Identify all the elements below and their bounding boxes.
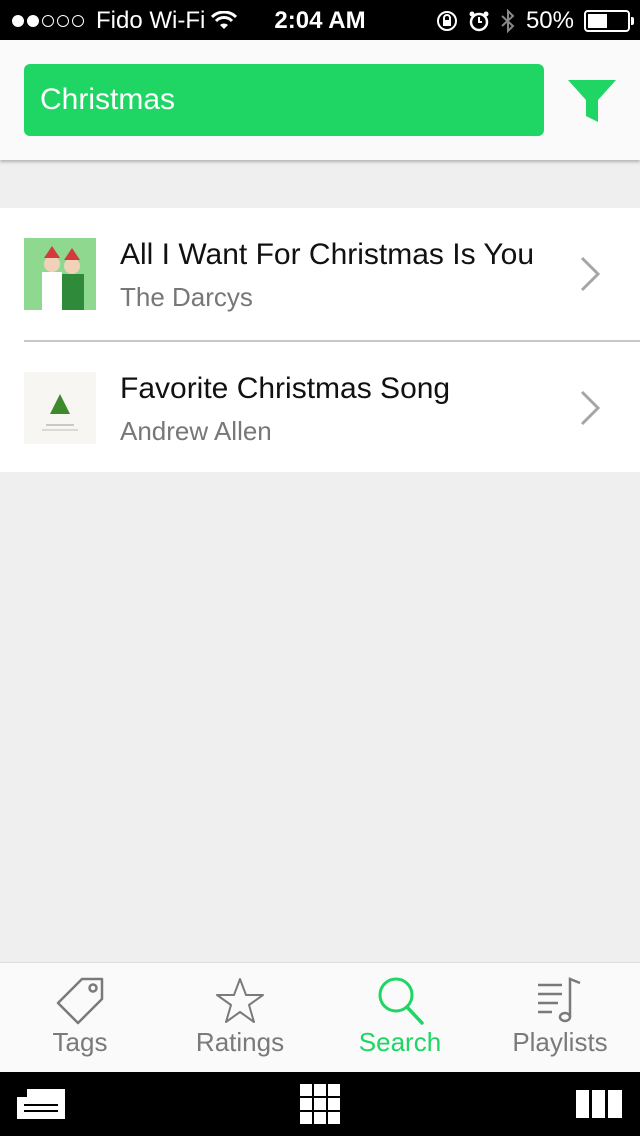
alarm-icon <box>469 11 489 32</box>
tab-label: Playlists <box>512 1027 608 1057</box>
result-title: Favorite Christmas Song <box>120 372 451 405</box>
keyboard-icon[interactable] <box>16 1088 66 1120</box>
search-input[interactable]: Christmas <box>24 64 544 136</box>
battery-percent: 50% <box>525 7 574 34</box>
search-query: Christmas <box>40 83 176 116</box>
results-list: All I Want For Christmas Is You The Darc… <box>0 208 640 472</box>
chevron-right-icon <box>580 390 601 426</box>
list-item[interactable]: Favorite Christmas Song Andrew Allen <box>24 340 640 472</box>
playlist-icon <box>538 977 581 1023</box>
result-title: All I Want For Christmas Is You <box>120 238 535 271</box>
battery-icon <box>584 10 634 32</box>
bottom-control-bar <box>0 1072 640 1136</box>
tab-label: Search <box>358 1027 442 1057</box>
tab-playlists[interactable]: Playlists <box>480 963 640 1072</box>
tag-icon <box>56 977 104 1025</box>
bluetooth-icon <box>501 9 515 33</box>
album-art <box>24 372 96 444</box>
star-icon <box>216 978 264 1023</box>
tab-label: Tags <box>52 1027 108 1057</box>
result-artist: The Darcys <box>120 282 253 312</box>
search-header: Christmas <box>0 40 640 160</box>
tab-tags[interactable]: Tags <box>0 963 160 1072</box>
search-icon <box>378 977 424 1025</box>
status-right: 50% <box>436 7 634 35</box>
grid-icon[interactable] <box>300 1084 340 1124</box>
tab-ratings[interactable]: Ratings <box>160 963 320 1072</box>
status-bar: Fido Wi-Fi 2:04 AM 50% <box>0 0 640 40</box>
result-artist: Andrew Allen <box>120 416 272 446</box>
tab-search[interactable]: Search <box>320 963 480 1072</box>
list-item[interactable]: All I Want For Christmas Is You The Darc… <box>0 208 640 340</box>
rotation-lock-icon <box>436 11 457 31</box>
tab-label: Ratings <box>195 1027 285 1057</box>
album-art <box>24 238 96 310</box>
tab-bar: Tags Ratings Search Playlists <box>0 962 640 1072</box>
columns-icon[interactable] <box>576 1090 622 1118</box>
chevron-right-icon <box>580 256 601 292</box>
filter-icon[interactable] <box>566 76 618 128</box>
